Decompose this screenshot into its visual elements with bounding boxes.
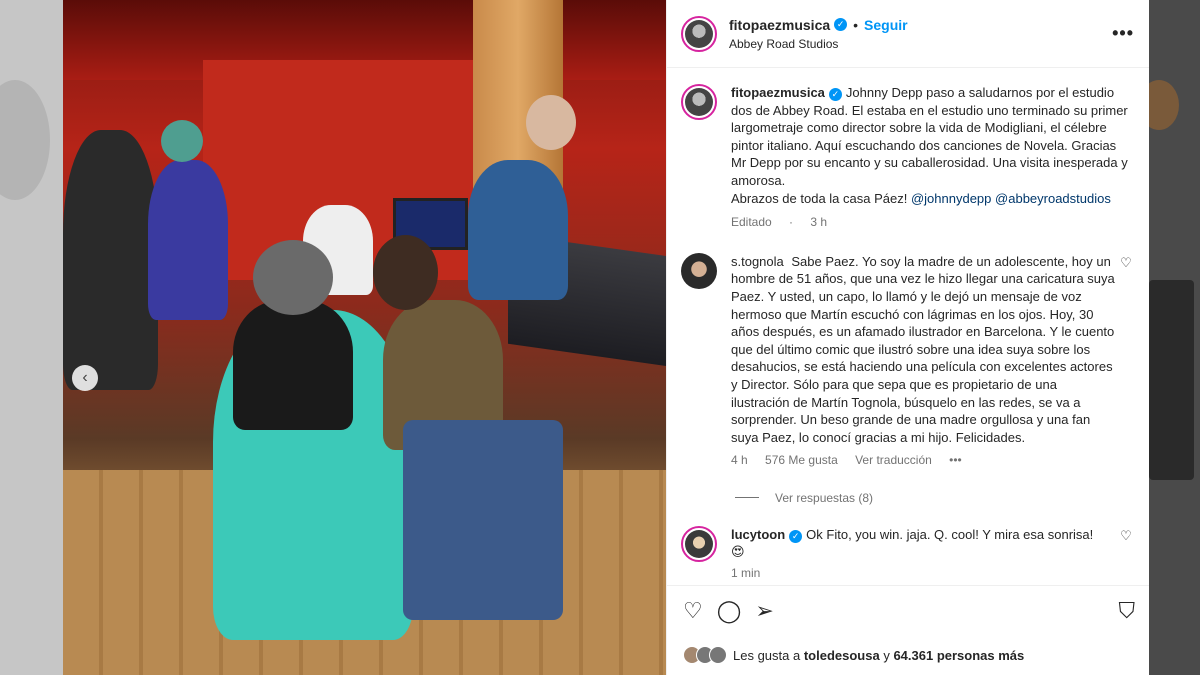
background-shape [0, 80, 50, 200]
edited-dot: · [789, 215, 794, 230]
comment-item: s.tognola Sabe Paez. Yo soy la madre de … [681, 252, 1133, 470]
edited-time[interactable]: 3 h [810, 215, 827, 229]
background-left [0, 0, 63, 675]
photo-head-fito [253, 240, 333, 315]
comment-username[interactable]: s.tognola [731, 254, 784, 269]
photo-jacket [233, 300, 353, 430]
comment-emoji: 😍 [731, 544, 745, 560]
action-bar: ♡ ◯ ➢ ⛉ [667, 585, 1149, 635]
comment-text: Sabe Paez. Yo soy la madre de un adolesc… [731, 253, 1115, 445]
comment-username[interactable]: lucytoon [731, 527, 785, 542]
replies-line [735, 497, 759, 499]
post-header: fitopaezmusica ✓ • Seguir Abbey Road Stu… [667, 0, 1149, 68]
post-modal: ‹ fitopaezmusica ✓ • Seguir Abbey Road S… [63, 0, 1149, 675]
comment-options-icon[interactable]: ••• [949, 453, 962, 467]
photo-jeans [403, 420, 563, 620]
carousel-prev-button[interactable]: ‹ [72, 365, 98, 391]
post-location[interactable]: Abbey Road Studios [729, 37, 1112, 51]
mention-abbeyroadstudios[interactable]: @abbeyroadstudios [995, 191, 1111, 206]
author-info: fitopaezmusica ✓ • Seguir Abbey Road Stu… [729, 17, 1112, 51]
comment-body: s.tognola Sabe Paez. Yo soy la madre de … [731, 253, 1119, 470]
more-options-icon[interactable]: ••• [1112, 23, 1134, 44]
caption-body: fitopaezmusica ✓ Johnny Depp paso a saluda… [731, 84, 1133, 232]
comment-icon[interactable]: ◯ [717, 599, 742, 622]
post-sidebar: fitopaezmusica ✓ • Seguir Abbey Road Stu… [666, 0, 1149, 675]
verified-icon: ✓ [789, 529, 803, 543]
caption-username[interactable]: fitopaezmusica [731, 85, 825, 100]
comment-item: lucytoon ✓ Ok Fito, you win. jaja. Q. cool… [681, 525, 1133, 583]
avatar-image [685, 19, 713, 48]
comments-section: fitopaezmusica ✓ Johnny Depp paso a saluda… [667, 68, 1149, 585]
avatar-image [685, 529, 713, 558]
author-username[interactable]: fitopaezmusica [729, 17, 830, 33]
comment-text: Ok Fito, you win. jaja. Q. cool! Y mira … [806, 526, 1094, 542]
comment-time[interactable]: 4 h [731, 453, 748, 467]
like-icon[interactable]: ♡ [683, 599, 703, 622]
likes-user[interactable]: toledesousa [804, 648, 880, 663]
save-icon[interactable]: ⛉ [1118, 599, 1135, 622]
share-icon[interactable]: ➢ [755, 599, 773, 622]
liker-avatars[interactable] [683, 646, 727, 664]
separator-dot: • [853, 16, 859, 33]
caption-meta: Editado · 3 h [731, 214, 1133, 232]
likes-mid: y [883, 647, 890, 663]
photo-person-cap [148, 160, 228, 320]
likes-prefix: Les gusta a [733, 647, 801, 663]
comment-avatar[interactable] [681, 525, 717, 562]
comment-like-icon[interactable]: ♡ [1119, 255, 1133, 271]
photo-head-standing [526, 95, 576, 150]
comment-like-icon[interactable]: ♡ [1119, 528, 1133, 544]
comment-meta: 4 h 576 Me gusta Ver traducción ••• [731, 452, 1119, 470]
author-avatar[interactable] [681, 15, 717, 52]
liker-avatar [709, 646, 727, 664]
caption-text: Johnny Depp paso a saludarnos por el est… [731, 85, 1128, 188]
mention-johnnydepp[interactable]: @johnnydepp [911, 191, 991, 206]
photo-person-standing [468, 160, 568, 300]
caption-avatar[interactable] [681, 84, 717, 120]
caption: fitopaezmusica ✓ Johnny Depp paso a saluda… [681, 84, 1133, 232]
photo-cap [161, 120, 203, 162]
edited-text: Editado [731, 215, 772, 230]
author-row: fitopaezmusica ✓ • Seguir [729, 17, 1112, 33]
post-photo[interactable]: ‹ [63, 0, 666, 675]
comment-body: lucytoon ✓ Ok Fito, you win. jaja. Q. cool… [731, 526, 1119, 583]
view-replies-label: Ver respuestas (8) [775, 490, 874, 505]
comment-avatar[interactable] [681, 252, 717, 289]
view-replies-button[interactable]: Ver respuestas (8) [735, 491, 1133, 505]
photo-person-left [63, 130, 158, 390]
verified-icon: ✓ [834, 18, 848, 31]
verified-icon: ✓ [828, 88, 842, 101]
likes-count[interactable]: 64.361 personas más [893, 648, 1024, 663]
edited-label: Editado · 3 h [731, 215, 841, 229]
caption-line2: Abrazos de toda la casa Páez! [731, 190, 908, 206]
avatar-image [685, 88, 713, 116]
comment-meta: 1 min [731, 565, 1119, 583]
photo-head-depp [373, 235, 438, 310]
translate-button[interactable]: Ver traducción [855, 453, 932, 467]
avatar-image [681, 252, 717, 289]
background-right [1139, 0, 1200, 675]
comment-time[interactable]: 1 min [731, 566, 760, 580]
background-shape [1149, 280, 1194, 480]
likes-summary: Les gusta a toledesousa y 64.361 persona… [667, 635, 1149, 675]
comment-likes[interactable]: 576 Me gusta [765, 453, 838, 467]
follow-button[interactable]: Seguir [864, 17, 908, 33]
